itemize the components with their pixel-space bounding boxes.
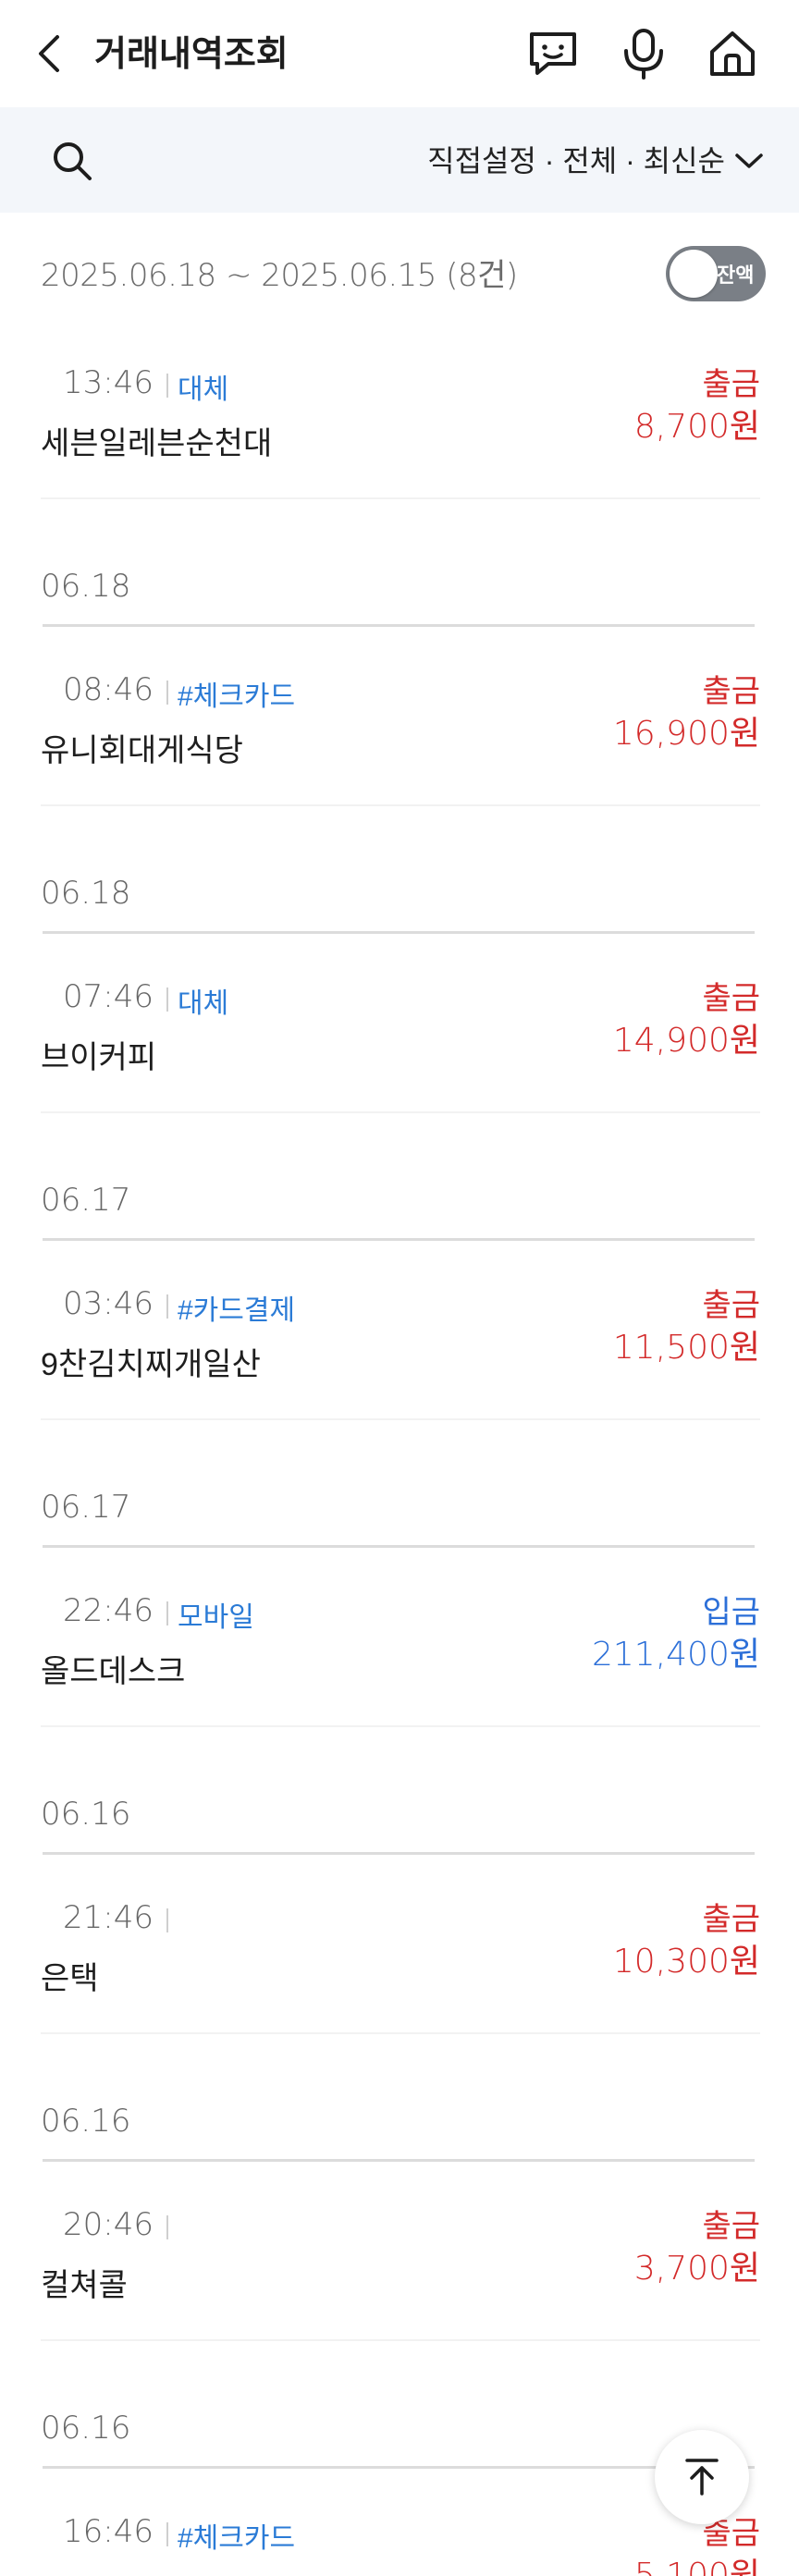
transaction-merchant: 올드데스크 <box>41 1654 186 1689</box>
separator <box>166 2522 168 2546</box>
date-group-header: 06.16 <box>0 1727 799 1855</box>
transaction-tag: 대체 <box>178 988 229 1019</box>
transaction-tag: 대체 <box>178 374 229 405</box>
transaction-tag: 모바일 <box>178 1602 254 1633</box>
microphone-icon <box>624 29 663 80</box>
transaction-amount: 10,300원 <box>612 1943 760 1981</box>
transaction-merchant: 9찬김치찌개일산 <box>41 1347 261 1382</box>
transaction-amount: 3,700원 <box>633 2250 760 2288</box>
scroll-top-button[interactable] <box>655 2430 749 2524</box>
transaction-row[interactable]: 07:46 대체브이커피 출금 14,900원 <box>0 934 799 1113</box>
date-group-header: 06.18 <box>0 499 799 627</box>
date-label: 06.16 <box>41 2103 131 2140</box>
separator <box>166 1908 168 1932</box>
date-group-header: 06.18 <box>0 806 799 934</box>
transaction-time: 22:46 <box>63 1592 154 1629</box>
transaction-amount: 211,400원 <box>592 1636 760 1674</box>
filter-bar: 직접설정 · 전체 · 최신순 <box>0 107 799 213</box>
separator <box>166 1601 168 1625</box>
transaction-time: 13:46 <box>63 364 154 401</box>
transaction-type: 출금 <box>702 981 760 1016</box>
transaction-type: 출금 <box>702 1288 760 1323</box>
transaction-amount: 11,500원 <box>612 1329 760 1367</box>
transaction-merchant: 은택 <box>41 1961 99 1996</box>
date-label: 06.16 <box>41 1796 131 1833</box>
date-label: 06.18 <box>41 875 131 912</box>
date-label: 06.17 <box>41 1489 131 1526</box>
toggle-knob <box>670 250 718 298</box>
separator <box>166 987 168 1012</box>
date-label: 06.18 <box>41 568 131 605</box>
transaction-type: 입금 <box>702 1595 760 1630</box>
voice-button[interactable] <box>614 24 673 83</box>
transaction-row[interactable]: 21:46 은택 출금 10,300원 <box>0 1855 799 2034</box>
date-group-header: 06.16 <box>0 2034 799 2162</box>
transaction-tag: #카드결제 <box>178 1295 296 1326</box>
transaction-row[interactable]: 22:46 모바일올드데스크 입금 211,400원 <box>0 1548 799 1727</box>
back-button[interactable] <box>35 28 72 80</box>
chatbot-icon <box>530 32 576 75</box>
home-button[interactable] <box>703 24 762 83</box>
transaction-merchant: 출발선 <box>41 2567 128 2576</box>
search-icon <box>54 142 92 180</box>
transaction-row[interactable]: 08:46 #체크카드유니회대게식당 출금 16,900원 <box>0 627 799 806</box>
transaction-type: 출금 <box>702 2209 760 2244</box>
transaction-amount: 8,700원 <box>633 408 760 446</box>
transaction-type: 출금 <box>702 367 760 402</box>
transaction-tag: #체크카드 <box>178 2523 296 2554</box>
transaction-row[interactable]: 13:46 대체세븐일레븐순천대 출금 8,700원 <box>0 320 799 499</box>
arrow-up-icon <box>685 2459 719 2496</box>
transaction-time: 21:46 <box>63 1899 154 1936</box>
separator <box>166 2215 168 2239</box>
transaction-amount: 16,900원 <box>612 715 760 753</box>
page-title: 거래내역조회 <box>94 33 289 74</box>
transaction-time: 07:46 <box>63 978 154 1015</box>
separator <box>166 374 168 398</box>
transaction-amount: 5,100원 <box>633 2557 760 2576</box>
date-label: 06.16 <box>41 2410 131 2447</box>
transaction-merchant: 컬쳐콜 <box>41 2268 128 2303</box>
chevron-down-icon <box>735 153 763 168</box>
separator <box>166 1294 168 1319</box>
transaction-merchant: 세븐일레븐순천대 <box>41 426 273 461</box>
date-label: 06.17 <box>41 1182 131 1219</box>
date-group-header: 06.17 <box>0 1113 799 1241</box>
transaction-row[interactable]: 20:46 컬쳐콜 출금 3,700원 <box>0 2162 799 2341</box>
date-range-text: 2025.06.18 ~ 2025.06.15 (8건) <box>41 257 518 294</box>
home-icon <box>710 31 755 76</box>
date-range-row: 2025.06.18 ~ 2025.06.15 (8건) 잔액 <box>0 240 799 311</box>
date-group-header: 06.17 <box>0 1420 799 1548</box>
balance-toggle[interactable]: 잔액 <box>666 246 766 301</box>
filter-summary[interactable]: 직접설정 · 전체 · 최신순 <box>427 135 725 187</box>
separator <box>166 681 168 705</box>
transaction-merchant: 유니회대게식당 <box>41 733 243 768</box>
transaction-list: 13:46 대체 세븐일레븐순천대 출금 8,700원 06.18 08:46 #체크카드 유니… <box>0 320 799 2576</box>
transaction-time: 16:46 <box>63 2513 154 2550</box>
transaction-amount: 14,900원 <box>612 1022 760 1060</box>
transaction-time: 03:46 <box>63 1285 154 1322</box>
chatbot-button[interactable] <box>523 24 583 83</box>
transaction-time: 08:46 <box>63 671 154 708</box>
transaction-type: 출금 <box>702 1902 760 1937</box>
search-button[interactable] <box>44 133 100 189</box>
transaction-time: 20:46 <box>63 2206 154 2243</box>
transaction-merchant: 브이커피 <box>41 1040 157 1075</box>
transaction-row[interactable]: 03:46 #카드결제 9찬김치찌개일산 출금 11,500원 <box>0 1241 799 1420</box>
transaction-tag: #체크카드 <box>178 681 296 712</box>
chevron-left-icon <box>39 35 59 72</box>
filter-dropdown-button[interactable] <box>729 141 769 181</box>
app-header: 거래내역조회 <box>0 0 799 107</box>
balance-toggle-label: 잔액 <box>717 264 755 288</box>
transaction-type: 출금 <box>702 674 760 709</box>
